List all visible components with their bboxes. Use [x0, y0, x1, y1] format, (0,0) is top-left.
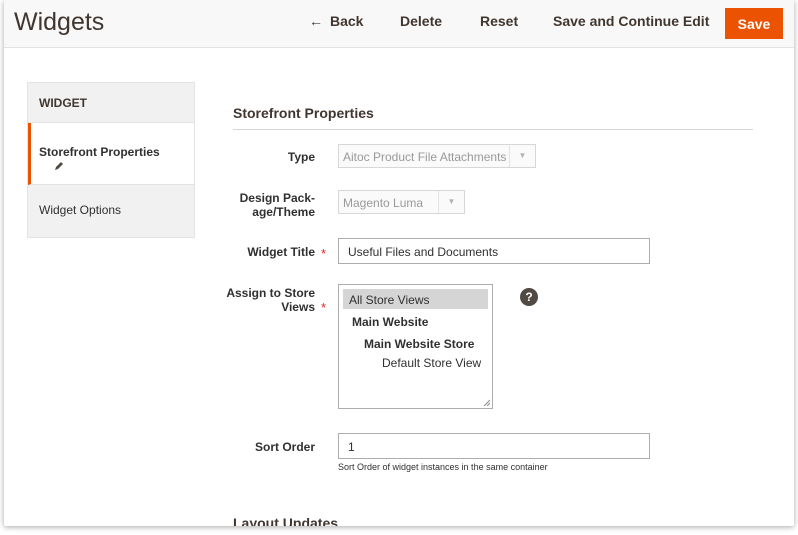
sidebar: WIDGET Storefront Properties Widget Opti… [27, 82, 195, 238]
sidebar-item-label: Widget Options [39, 203, 122, 217]
chevron-down-icon: ▼ [438, 191, 464, 213]
store-view-option[interactable]: Main Website [352, 315, 428, 329]
theme-label-line1: Design Pack- [239, 191, 315, 205]
store-views-label-line1: Assign to Store [226, 286, 315, 300]
sidebar-item-label: Storefront Properties [39, 145, 160, 159]
page-title: Widgets [14, 8, 105, 36]
section-divider [233, 129, 753, 130]
store-view-option[interactable]: All Store Views [343, 289, 488, 309]
store-views-label: Assign to Store Views [225, 286, 315, 314]
type-label: Type [287, 150, 315, 164]
store-view-option[interactable]: Default Store View [382, 356, 481, 370]
sidebar-heading: WIDGET [28, 83, 194, 123]
sort-order-note: Sort Order of widget instances in the sa… [338, 462, 548, 472]
sidebar-item-widget-options[interactable]: Widget Options [28, 185, 194, 237]
theme-label: Design Pack- age/Theme [225, 191, 315, 219]
type-select[interactable]: Aitoc Product File Attachments ▼ [338, 144, 536, 168]
help-icon[interactable]: ? [520, 288, 538, 306]
save-button[interactable]: Save [725, 8, 783, 39]
chevron-down-icon: ▼ [509, 145, 535, 167]
layout-updates-title: Layout Updates [233, 515, 339, 526]
store-views-multiselect[interactable]: All Store Views Main Website Main Websit… [338, 284, 493, 409]
section-title: Storefront Properties [233, 105, 374, 121]
reset-button[interactable]: Reset [480, 13, 518, 29]
sidebar-item-storefront-properties[interactable]: Storefront Properties [28, 123, 194, 185]
arrow-left-icon: ← [309, 13, 323, 29]
store-view-option[interactable]: Main Website Store [364, 337, 474, 351]
theme-label-line2: age/Theme [252, 205, 315, 219]
delete-button[interactable]: Delete [400, 13, 442, 29]
required-marker: * [321, 300, 327, 315]
widget-title-input[interactable]: Useful Files and Documents [338, 238, 650, 264]
app-window: Widgets ← Back Delete Reset Save and Cont… [4, 0, 794, 526]
sort-order-label: Sort Order [254, 440, 315, 454]
pencil-icon [55, 162, 63, 170]
type-select-value: Aitoc Product File Attachments [343, 150, 507, 164]
page-header: Widgets ← Back Delete Reset Save and Cont… [4, 0, 794, 48]
back-label: Back [330, 13, 364, 29]
widget-title-label: Widget Title [247, 245, 315, 259]
sort-order-input[interactable]: 1 [338, 433, 650, 459]
resize-handle-icon[interactable] [483, 399, 490, 406]
back-button[interactable]: ← Back [309, 13, 363, 29]
theme-select[interactable]: Magento Luma ▼ [338, 190, 465, 214]
save-and-continue-button[interactable]: Save and Continue Edit [553, 13, 709, 29]
required-marker: * [321, 246, 327, 261]
theme-select-value: Magento Luma [343, 196, 424, 210]
store-views-label-line2: Views [281, 300, 315, 314]
